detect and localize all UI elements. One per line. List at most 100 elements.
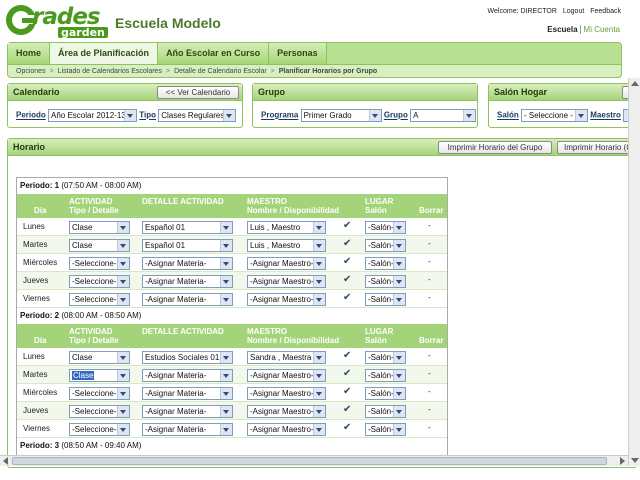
escuela-link[interactable]: Escuela (547, 25, 577, 34)
nav-tab-2[interactable]: Año Escolar en Curso (158, 43, 270, 64)
periodo-select[interactable]: Año Escolar 2012-13 (48, 109, 138, 122)
col-tipo: Tipo / Detalle (69, 336, 119, 345)
borrar-link[interactable]: - (428, 423, 431, 432)
maestro-select[interactable]: -Asignar Maestro- (247, 405, 326, 418)
nav-tab-1[interactable]: Área de Planificación (50, 43, 159, 64)
vertical-scrollbar[interactable] (628, 78, 640, 466)
tipo-select[interactable]: -Seleccione- (69, 423, 130, 436)
maestro-select[interactable]: -Asignar Maestro- (247, 387, 326, 400)
breadcrumb-item-0[interactable]: Opciones (16, 68, 46, 75)
salon-select[interactable]: -Salón- (365, 351, 406, 364)
salon-select[interactable]: -Salón- (365, 405, 406, 418)
maestro-select[interactable]: -Asignar Maestro- (247, 293, 326, 306)
borrar-link[interactable]: - (428, 275, 431, 284)
borrar-link[interactable]: - (428, 387, 431, 396)
salon-select[interactable]: -Salón- (365, 293, 406, 306)
breadcrumb-item-1[interactable]: Listado de Calendarios Escolares (58, 68, 162, 75)
logout-link[interactable]: Logout (563, 8, 584, 15)
horizontal-scrollbar[interactable] (0, 455, 628, 466)
logo-word-garden: garden (58, 27, 108, 38)
borrar-link[interactable]: - (428, 369, 431, 378)
top-links: Welcome: DIRECTOR Logout Feedback (484, 8, 621, 15)
col-borrar: Borrar (419, 206, 444, 215)
tipo-select[interactable]: -Seleccione- (69, 257, 130, 270)
tipo-select[interactable]: Clase (69, 221, 130, 234)
table-row: Jueves -Seleccione- -Asignar Materia- -Asig… (17, 272, 447, 290)
period-header: Periodo: 2 (08:00 AM - 08:50 AM) (17, 308, 447, 324)
nav-tab-0[interactable]: Home (8, 43, 51, 64)
salon-select[interactable]: -Salón- (365, 239, 406, 252)
day-label: Jueves (23, 406, 49, 415)
tipo-select[interactable]: Clase (69, 351, 130, 364)
table-row: Miércoles -Seleccione- -Asignar Materia- -A… (17, 384, 447, 402)
maestro-select[interactable]: -Asignar Maestro- (247, 257, 326, 270)
borrar-link[interactable]: - (428, 239, 431, 248)
tipo-select[interactable]: -Seleccione- (69, 275, 130, 288)
availability-check-icon: ✔ (343, 256, 352, 267)
col-dia: Día (34, 336, 47, 345)
availability-check-icon: ✔ (343, 292, 352, 303)
salon-select[interactable]: - Seleccione - (521, 109, 589, 122)
calendario-panel: Calendario << Ver Calendario Periodo Año… (7, 83, 243, 128)
salon-select[interactable]: -Salón- (365, 257, 406, 270)
maestro-select[interactable]: Luis , Maestro (247, 221, 326, 234)
detalle-select[interactable]: Español 01 (142, 239, 233, 252)
period-time: (08:50 AM - 09:40 AM) (61, 441, 142, 450)
period-header: Periodo: 1 (07:50 AM - 08:00 AM) (17, 178, 447, 194)
table-row: Miércoles -Seleccione- -Asignar Materia- -A… (17, 254, 447, 272)
salon-select[interactable]: -Salón- (365, 423, 406, 436)
day-label: Miércoles (23, 258, 58, 267)
imprimir-grupo-button[interactable]: Imprimir Horario del Grupo (438, 141, 552, 154)
tipo-label: Tipo (139, 110, 156, 120)
detalle-select[interactable]: Estudios Sociales 01 (142, 351, 233, 364)
salon-select[interactable]: -Salón- (365, 221, 406, 234)
detalle-select[interactable]: -Asignar Materia- (142, 423, 233, 436)
borrar-link[interactable]: - (428, 293, 431, 302)
salon-select[interactable]: -Salón- (365, 369, 406, 382)
breadcrumb-item-2[interactable]: Detalle de Calendario Escolar (174, 68, 267, 75)
tipo-select[interactable]: Clase (69, 369, 130, 382)
day-label: Martes (23, 370, 48, 379)
feedback-link[interactable]: Feedback (590, 8, 621, 15)
borrar-link[interactable]: - (428, 405, 431, 414)
maestro-select[interactable]: -Asignar Maestro- (247, 369, 326, 382)
maestro-select[interactable]: -Asignar Maestro- (247, 423, 326, 436)
col-borrar: Borrar (419, 336, 444, 345)
detalle-select[interactable]: -Asignar Materia- (142, 387, 233, 400)
col-salon: Salón (365, 206, 387, 215)
salon-hogar-panel: Salón Hogar Salón - Seleccione - Maestro… (488, 83, 640, 128)
detalle-select[interactable]: -Asignar Materia- (142, 369, 233, 382)
col-maestro: MAESTRO (247, 197, 287, 206)
borrar-link[interactable]: - (428, 221, 431, 230)
tipo-select[interactable]: -Seleccione- (69, 387, 130, 400)
nav-tab-3[interactable]: Personas (269, 43, 327, 64)
grupo-label: Grupo (383, 110, 408, 120)
ver-calendario-button[interactable]: << Ver Calendario (157, 86, 239, 99)
borrar-link[interactable]: - (428, 257, 431, 266)
maestro-select[interactable]: Sandra , Maestra (247, 351, 326, 364)
salon-select[interactable]: -Salón- (365, 275, 406, 288)
mi-cuenta-link[interactable]: Mi Cuenta (579, 25, 620, 34)
maestro-select[interactable]: -Asignar Maestro- (247, 275, 326, 288)
scroll-thumb[interactable] (12, 457, 607, 465)
salon-select[interactable]: -Salón- (365, 387, 406, 400)
maestro-select[interactable]: Luis , Maestro (247, 239, 326, 252)
day-label: Jueves (23, 276, 49, 285)
tipo-select[interactable]: Clase (69, 239, 130, 252)
detalle-select[interactable]: -Asignar Materia- (142, 275, 233, 288)
grades-garden-logo[interactable]: rades garden (6, 4, 108, 39)
programa-select[interactable]: Primer Grado (300, 109, 382, 122)
borrar-link[interactable]: - (428, 351, 431, 360)
detalle-select[interactable]: -Asignar Materia- (142, 257, 233, 270)
col-nombre: Nombre / Disponibilidad (247, 206, 340, 215)
grupo-select[interactable]: A (410, 109, 477, 122)
tipo-select[interactable]: -Seleccione- (69, 405, 130, 418)
availability-check-icon: ✔ (343, 220, 352, 231)
detalle-select[interactable]: -Asignar Materia- (142, 293, 233, 306)
table-row: Viernes -Seleccione- -Asignar Materia- -Asi… (17, 290, 447, 308)
tipo-select[interactable]: Clases Regulares (158, 109, 237, 122)
detalle-select[interactable]: -Asignar Materia- (142, 405, 233, 418)
tipo-select[interactable]: -Seleccione- (69, 293, 130, 306)
grupo-title: Grupo (253, 84, 477, 101)
detalle-select[interactable]: Español 01 (142, 221, 233, 234)
